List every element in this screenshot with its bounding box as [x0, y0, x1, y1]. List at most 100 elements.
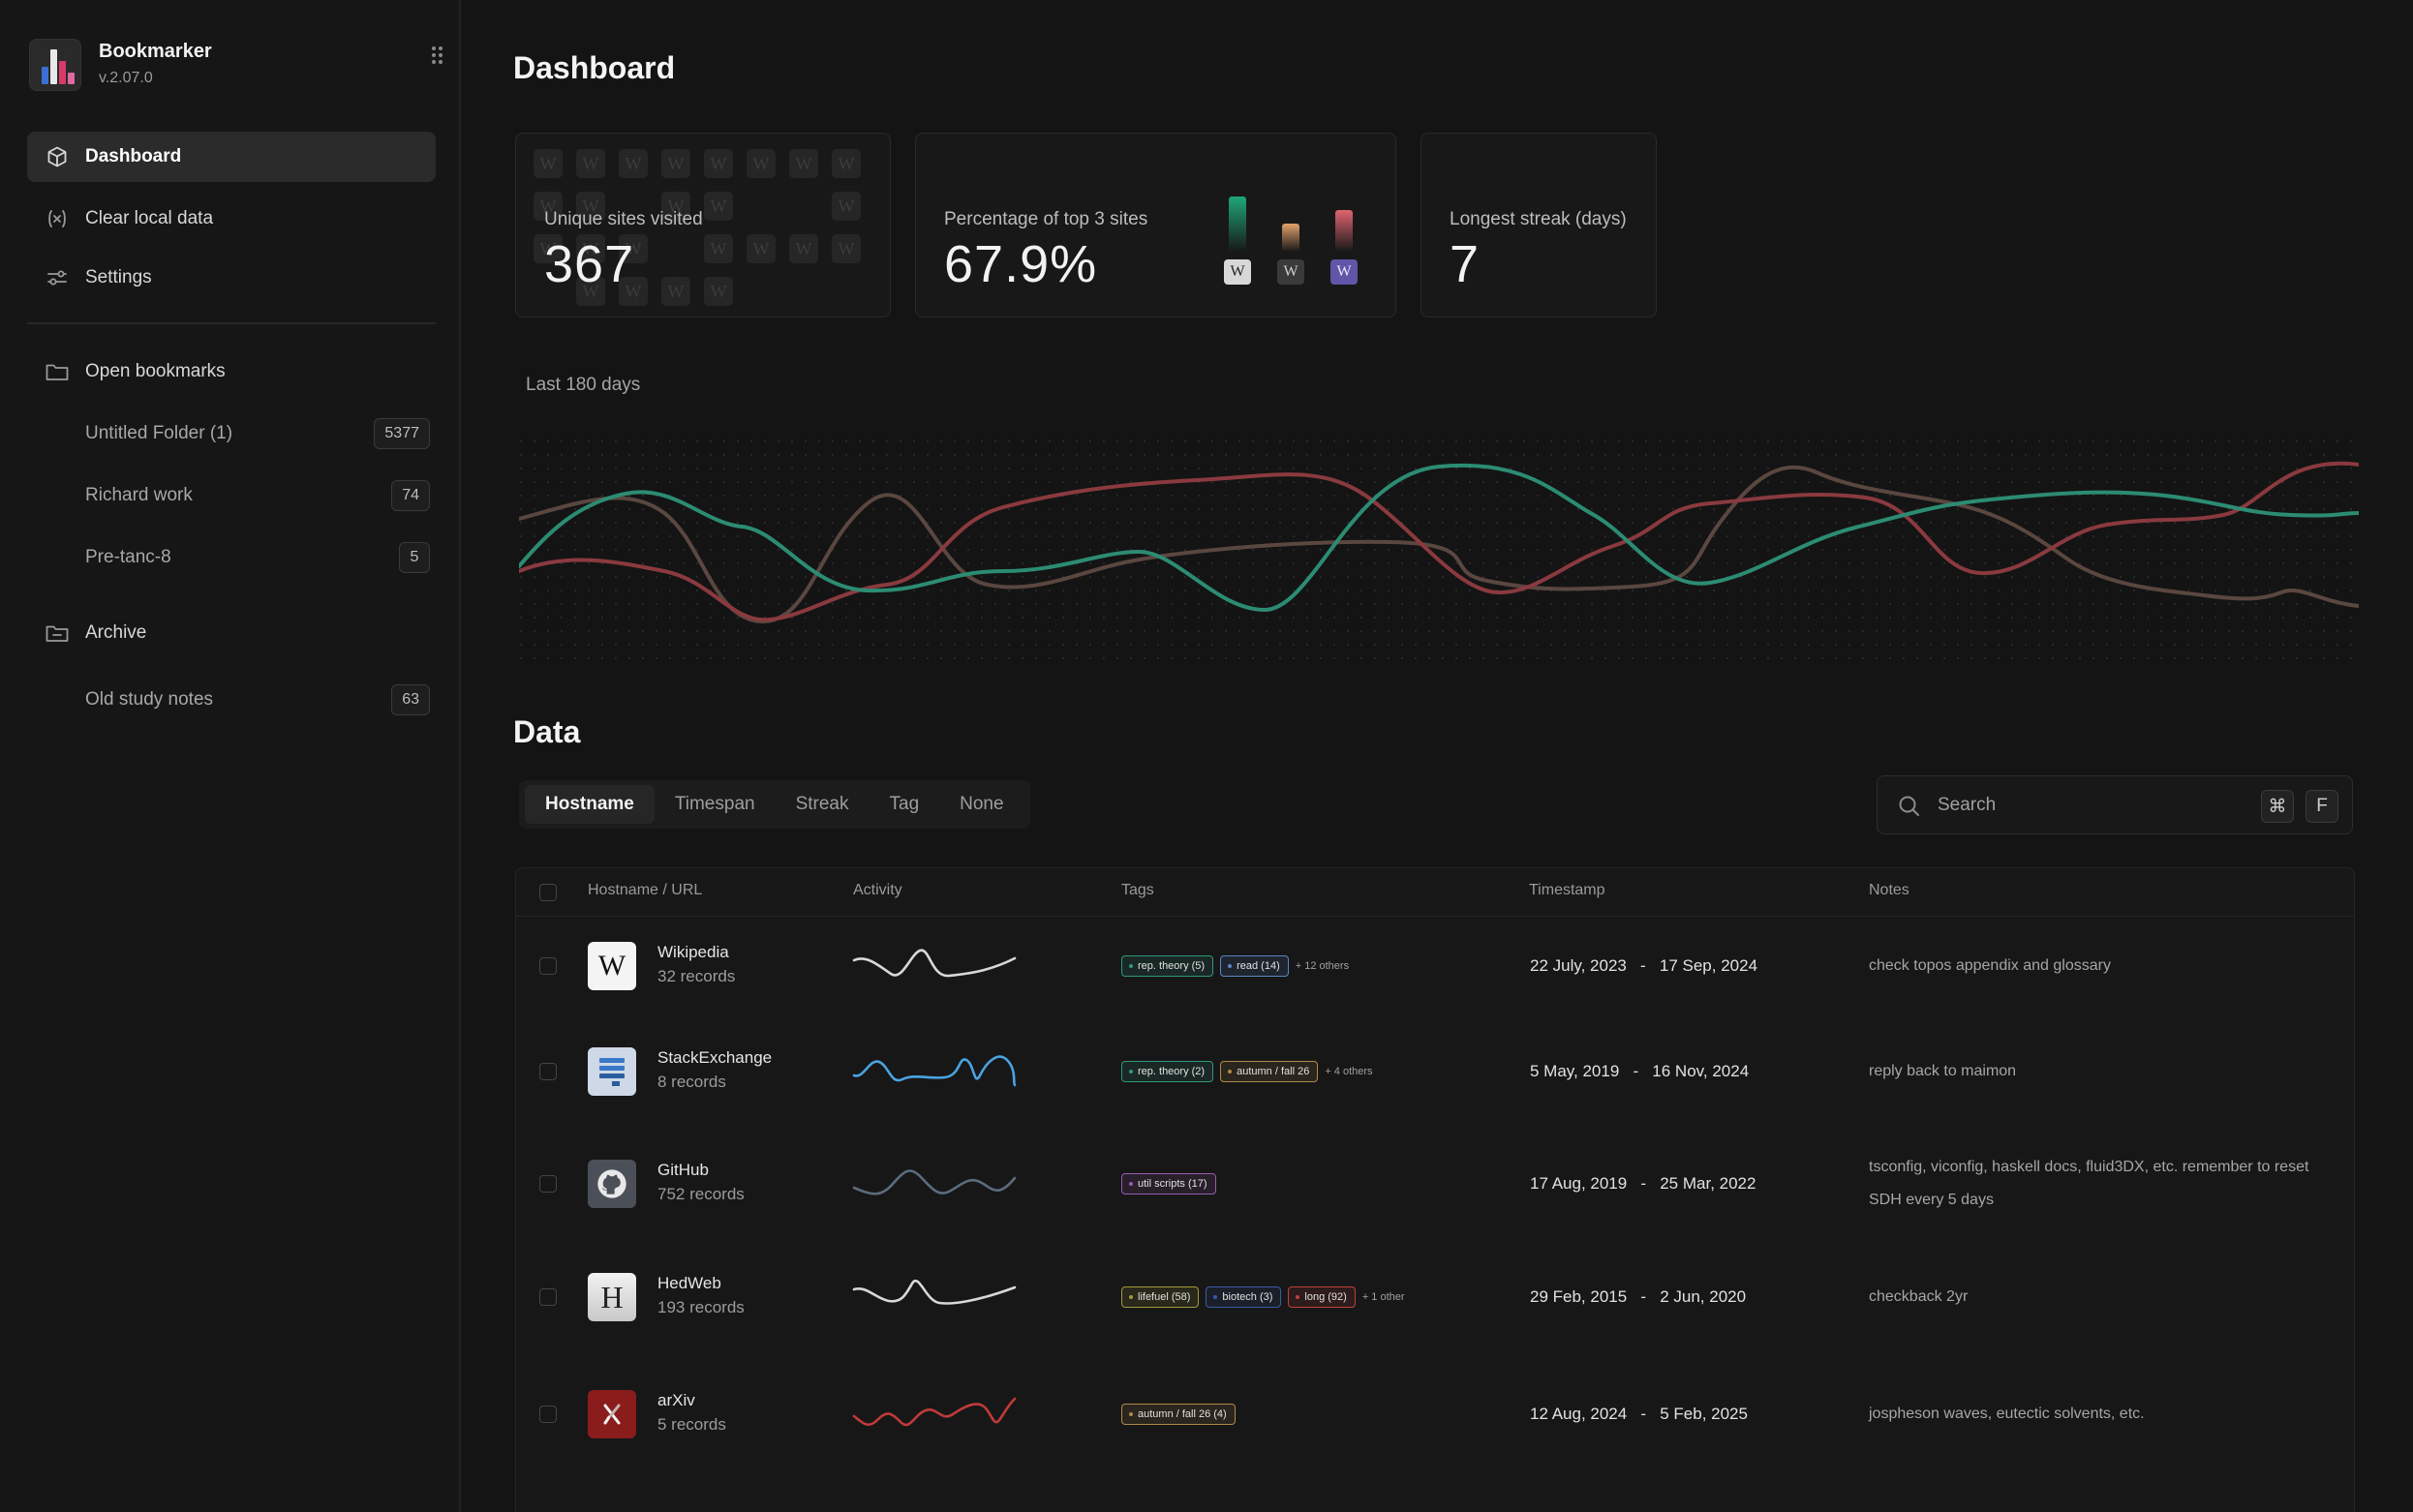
site-tile-icon: W — [704, 192, 733, 221]
tag-label: rep. theory (5) — [1138, 960, 1206, 972]
activity-range-label: Last 180 days — [526, 375, 641, 395]
notes-text[interactable]: checkback 2yr — [1869, 1281, 2324, 1314]
tag-chip[interactable]: autumn / fall 26 (4) — [1121, 1404, 1236, 1425]
nav-archive[interactable]: Archive — [27, 608, 436, 658]
timestamp-end: 17 Sep, 2024 — [1659, 956, 1758, 975]
tag-list: lifefuel (58) biotech (3) long (92) + 1 oth… — [1121, 1286, 1405, 1308]
folder-count-badge: 5377 — [374, 418, 430, 449]
more-tags-label[interactable]: + 4 others — [1325, 1066, 1372, 1077]
records-count: 752 records — [657, 1185, 745, 1203]
row-checkbox[interactable] — [539, 1288, 557, 1306]
notes-text[interactable]: reply back to maimon — [1869, 1055, 2324, 1088]
nav-settings[interactable]: Settings — [27, 253, 436, 303]
tag-dot-icon — [1129, 964, 1133, 968]
site-tile-icon: W — [704, 149, 733, 178]
table-row[interactable]: arXiv 5 records autumn / fall 26 (4) 12 … — [516, 1361, 2354, 1467]
app-header: Bookmarker v.2.07.0 — [29, 39, 445, 93]
activity-sparkline — [852, 1280, 1017, 1305]
tag-dot-icon — [1296, 1295, 1300, 1299]
folder-untitled-folder[interactable]: Untitled Folder (1) 5377 — [27, 410, 436, 457]
more-tags-label[interactable]: + 1 other — [1362, 1291, 1405, 1303]
column-header-activity[interactable]: Activity — [853, 882, 902, 899]
folder-count-badge: 5 — [399, 542, 430, 573]
tag-chip[interactable]: util scripts (17) — [1121, 1173, 1216, 1194]
notes-text[interactable]: tsconfig, viconfig, haskell docs, fluid3… — [1869, 1151, 2324, 1217]
column-header-timestamp[interactable]: Timestamp — [1529, 882, 1605, 899]
records-count: 8 records — [657, 1073, 726, 1091]
tag-chip[interactable]: rep. theory (2) — [1121, 1061, 1214, 1082]
hostname-label[interactable]: Wikipedia — [657, 943, 729, 962]
top-site-bar — [1335, 210, 1353, 252]
tab-tag[interactable]: Tag — [870, 785, 940, 824]
sliders-icon — [45, 265, 70, 290]
nav-dashboard[interactable]: Dashboard — [27, 132, 436, 182]
tab-hostname[interactable]: Hostname — [525, 785, 655, 824]
tag-chip[interactable]: read (14) — [1220, 955, 1289, 977]
timestamp-range: 22 July, 2023 - 17 Sep, 2024 — [1530, 956, 1758, 975]
hostname-label[interactable]: GitHub — [657, 1161, 709, 1180]
group-by-tabs: Hostname Timespan Streak Tag None — [519, 780, 1030, 829]
tag-dot-icon — [1129, 1070, 1133, 1074]
notes-text[interactable]: jospheson waves, eutectic solvents, etc. — [1869, 1398, 2324, 1431]
tab-streak[interactable]: Streak — [776, 785, 870, 824]
row-checkbox[interactable] — [539, 1406, 557, 1423]
row-checkbox[interactable] — [539, 1063, 557, 1080]
tab-timespan[interactable]: Timespan — [655, 785, 776, 824]
sparkline-path — [852, 1397, 1017, 1427]
table-row[interactable]: W Wikipedia 32 records rep. theory (5) re… — [516, 913, 2354, 1019]
folder-old-study-notes[interactable]: Old study notes 63 — [27, 677, 436, 723]
page-title: Dashboard — [513, 50, 676, 85]
tag-chip[interactable]: rep. theory (5) — [1121, 955, 1214, 977]
more-tags-label[interactable]: + 12 others — [1296, 960, 1349, 972]
activity-chart — [519, 432, 2359, 668]
timestamp-end: 25 Mar, 2022 — [1660, 1174, 1756, 1193]
folder-pre-tanc-8[interactable]: Pre-tanc-8 5 — [27, 534, 436, 581]
streak-value: 7 — [1450, 235, 1481, 293]
tag-dot-icon — [1213, 1295, 1218, 1299]
timestamp-end: 2 Jun, 2020 — [1660, 1287, 1747, 1306]
folder-richard-work[interactable]: Richard work 74 — [27, 472, 436, 519]
site-tile-icon: W — [661, 277, 690, 306]
hostname-label[interactable]: StackExchange — [657, 1048, 772, 1068]
row-checkbox[interactable] — [539, 1175, 557, 1193]
row-checkbox[interactable] — [539, 957, 557, 975]
site-tile-icon: W — [576, 149, 605, 178]
select-all-checkbox[interactable] — [539, 884, 557, 901]
table-row[interactable]: GitHub 752 records util scripts (17) 17 … — [516, 1124, 2354, 1244]
notes-text[interactable]: check topos appendix and glossary — [1869, 950, 2324, 983]
column-header-tags[interactable]: Tags — [1121, 882, 1154, 899]
nav-clear-local-data[interactable]: Clear local data — [27, 194, 436, 244]
variable-icon — [45, 206, 70, 231]
site-tile-icon: W — [832, 234, 861, 263]
stackexchange-favicon — [588, 1047, 636, 1096]
tag-dot-icon — [1228, 964, 1233, 968]
hedweb-favicon: H — [588, 1273, 636, 1321]
site-tile-icon: W — [832, 192, 861, 221]
folder-label: Old study notes — [85, 689, 214, 710]
tag-chip[interactable]: lifefuel (58) — [1121, 1286, 1200, 1308]
site-tile-icon: W — [619, 149, 648, 178]
hostname-label[interactable]: arXiv — [657, 1391, 695, 1410]
tag-chip[interactable]: biotech (3) — [1206, 1286, 1282, 1308]
top-site-favicon-icon: W — [1277, 259, 1304, 285]
folder-count-badge: 74 — [391, 480, 430, 511]
table-row[interactable]: H HedWeb 193 records lifefuel (58) biotec… — [516, 1244, 2354, 1350]
column-header-hostname[interactable]: Hostname / URL — [588, 882, 702, 899]
tag-chip[interactable]: autumn / fall 26 — [1220, 1061, 1319, 1082]
tab-none[interactable]: None — [939, 785, 1023, 824]
search-input[interactable]: Search ⌘ F — [1877, 775, 2353, 834]
hostname-label[interactable]: HedWeb — [657, 1274, 721, 1293]
app-logo — [29, 39, 81, 91]
sparkline-path — [852, 1055, 1017, 1087]
search-placeholder: Search — [1938, 795, 1997, 815]
tag-chip[interactable]: long (92) — [1288, 1286, 1356, 1308]
more-options-icon[interactable] — [432, 46, 445, 68]
streak-label: Longest streak (days) — [1450, 209, 1627, 229]
table-row[interactable]: StackExchange 8 records rep. theory (2) a… — [516, 1018, 2354, 1125]
timestamp-start: 22 July, 2023 — [1530, 956, 1627, 975]
table-header: Hostname / URL Activity Tags Timestamp N… — [516, 868, 2354, 917]
timestamp-start: 17 Aug, 2019 — [1530, 1174, 1628, 1193]
nav-open-bookmarks[interactable]: Open bookmarks — [27, 347, 436, 397]
activity-sparkline — [852, 949, 1017, 978]
column-header-notes[interactable]: Notes — [1869, 882, 1909, 899]
